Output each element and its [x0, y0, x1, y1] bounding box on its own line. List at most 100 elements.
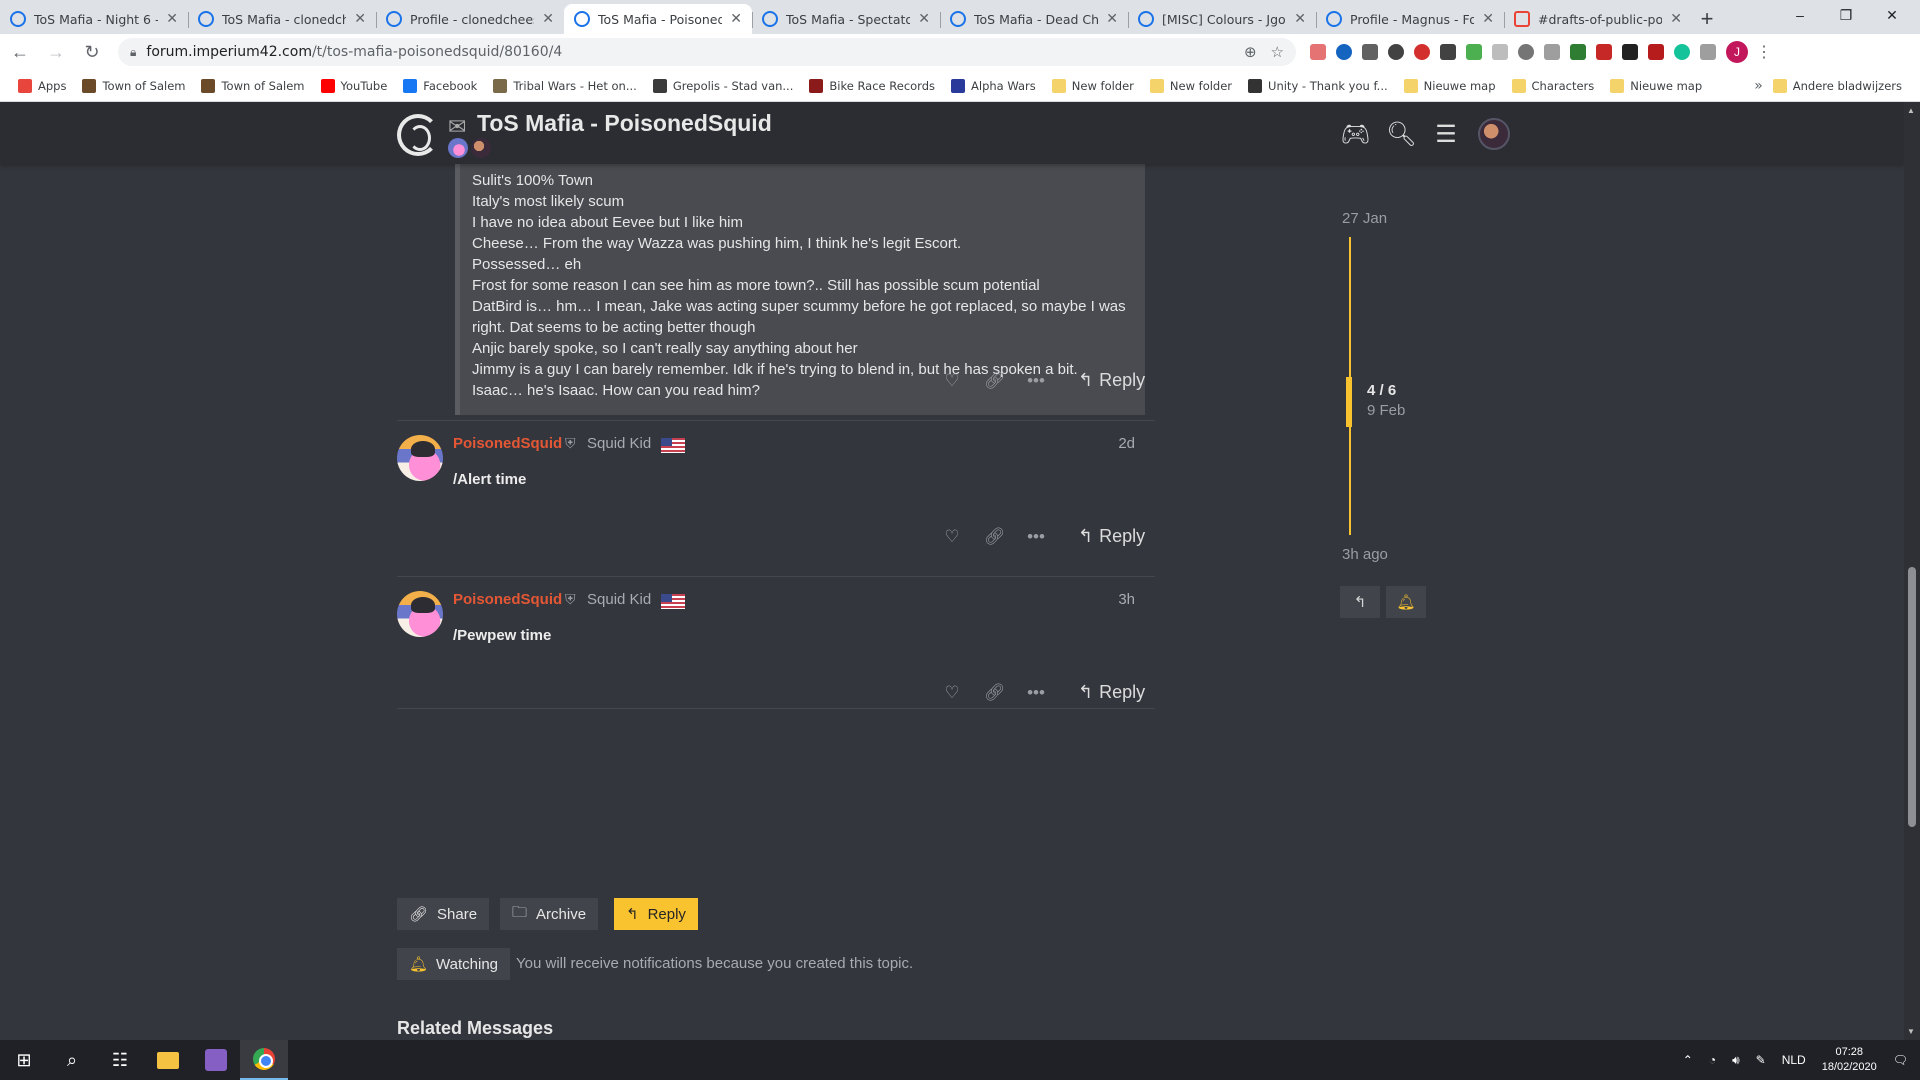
scroll-down-icon[interactable]: ▼	[1907, 1027, 1915, 1036]
post-date[interactable]: 3h	[1118, 591, 1135, 608]
reply-button[interactable]: ↰ Reply	[1078, 682, 1145, 703]
windows-start-icon[interactable]: ⊞	[0, 1040, 48, 1080]
task-view-icon[interactable]: ☷	[96, 1040, 144, 1080]
extension-icon[interactable]	[1310, 44, 1326, 60]
chevron-up-icon[interactable]: ⌃	[1683, 1053, 1693, 1067]
close-tab-icon[interactable]: ✕	[1670, 11, 1682, 27]
profile-avatar[interactable]: J	[1726, 41, 1748, 63]
browser-tab[interactable]: ToS Mafia - PoisonedSc ✕	[564, 4, 752, 34]
reply-button[interactable]: ↰ Reply	[1078, 370, 1145, 391]
file-explorer-icon[interactable]	[144, 1040, 192, 1080]
install-icon[interactable]: ⊕	[1244, 43, 1257, 61]
avatar[interactable]	[397, 591, 443, 637]
bookmark-item[interactable]: Unity - Thank you f...	[1242, 78, 1394, 93]
browser-menu-icon[interactable]: ⋮	[1756, 42, 1772, 62]
bookmark-star-icon[interactable]: ☆	[1271, 43, 1284, 61]
discord-icon[interactable]: 🎮︎	[1340, 120, 1370, 149]
participant-avatar[interactable]	[471, 138, 491, 158]
forward-icon[interactable]: →	[40, 36, 72, 68]
browser-tab[interactable]: #drafts-of-public-posts ✕	[1504, 4, 1692, 34]
link-icon[interactable]: 🔗︎	[984, 371, 1006, 391]
avatar[interactable]	[397, 435, 443, 481]
more-icon[interactable]: •••	[1026, 683, 1046, 703]
network-icon[interactable]: ◔	[1709, 1053, 1716, 1067]
pen-icon[interactable]: ✎	[1756, 1053, 1766, 1067]
bookmark-item[interactable]: Characters	[1506, 78, 1601, 93]
participant-avatar[interactable]	[448, 138, 468, 158]
close-tab-icon[interactable]: ✕	[542, 11, 554, 27]
bookmark-item[interactable]: New folder	[1144, 78, 1238, 93]
extension-icon[interactable]	[1674, 44, 1690, 60]
username[interactable]: PoisonedSquid	[453, 591, 562, 608]
minimize-button[interactable]: –	[1777, 0, 1823, 30]
extension-icon[interactable]	[1596, 44, 1612, 60]
like-icon[interactable]: ♡	[942, 683, 962, 703]
close-tab-icon[interactable]: ✕	[166, 11, 178, 27]
extension-icon[interactable]	[1336, 44, 1352, 60]
extension-icon[interactable]	[1544, 44, 1560, 60]
bookmark-item[interactable]: Facebook	[397, 78, 483, 93]
close-tab-icon[interactable]: ✕	[730, 11, 742, 27]
browser-tab[interactable]: Profile - Magnus - Foru ✕	[1316, 4, 1504, 34]
search-icon[interactable]: 🔍︎	[1386, 120, 1416, 149]
notification-level-button[interactable]: 🔔︎ Watching	[397, 948, 511, 980]
search-icon[interactable]: ⌕	[48, 1040, 96, 1080]
clock[interactable]: 07:28 18/02/2020	[1822, 1045, 1877, 1075]
browser-tab[interactable]: ToS Mafia - Spectator C ✕	[752, 4, 940, 34]
maximize-button[interactable]: ❐	[1823, 0, 1869, 30]
bookmark-item[interactable]: Nieuwe map	[1398, 78, 1502, 93]
more-icon[interactable]: •••	[1026, 371, 1046, 391]
share-button[interactable]: 🔗︎ Share	[397, 898, 490, 930]
close-tab-icon[interactable]: ✕	[1482, 11, 1494, 27]
extension-icon[interactable]	[1700, 44, 1716, 60]
bookmark-item[interactable]: Tribal Wars - Het on...	[487, 78, 643, 93]
close-tab-icon[interactable]: ✕	[354, 11, 366, 27]
like-icon[interactable]: ♡	[942, 371, 962, 391]
extension-icon[interactable]	[1622, 44, 1638, 60]
close-tab-icon[interactable]: ✕	[918, 11, 930, 27]
language-indicator[interactable]: NLD	[1782, 1053, 1806, 1067]
bookmarks-overflow-icon[interactable]: »	[1754, 78, 1763, 94]
bookmark-item[interactable]: Apps	[12, 78, 72, 93]
extension-icon[interactable]	[1518, 44, 1534, 60]
bookmark-item[interactable]: Grepolis - Stad van...	[647, 78, 800, 93]
extension-icon[interactable]	[1466, 44, 1482, 60]
username[interactable]: PoisonedSquid	[453, 435, 562, 452]
user-avatar[interactable]	[1478, 118, 1510, 150]
extension-icon[interactable]	[1648, 44, 1664, 60]
timeline-reply-button[interactable]: ↰	[1340, 586, 1380, 618]
timeline-notification-button[interactable]: 🔔︎	[1386, 586, 1426, 618]
topic-title[interactable]: ToS Mafia - PoisonedSquid	[477, 110, 772, 137]
close-tab-icon[interactable]: ✕	[1294, 11, 1306, 27]
scroll-up-icon[interactable]: ▲	[1907, 106, 1915, 115]
reload-icon[interactable]: ↻	[76, 36, 108, 68]
extension-icon[interactable]	[1570, 44, 1586, 60]
bookmark-item[interactable]: New folder	[1046, 78, 1140, 93]
bookmark-item[interactable]: Town of Salem	[76, 78, 191, 93]
browser-tab[interactable]: [MISC] Colours - Jgoes ✕	[1128, 4, 1316, 34]
extension-icon[interactable]	[1492, 44, 1508, 60]
extension-icon[interactable]	[1414, 44, 1430, 60]
extension-icon[interactable]	[1362, 44, 1378, 60]
close-tab-icon[interactable]: ✕	[1106, 11, 1118, 27]
volume-icon[interactable]: 🔊︎	[1732, 1053, 1740, 1068]
bookmark-item[interactable]: YouTube	[315, 78, 394, 93]
bookmark-item[interactable]: Alpha Wars	[945, 78, 1042, 93]
reply-button[interactable]: ↰ Reply	[1078, 526, 1145, 547]
bookmark-item[interactable]: Town of Salem	[195, 78, 310, 93]
site-logo[interactable]	[397, 114, 439, 156]
new-tab-button[interactable]: +	[1692, 4, 1722, 34]
other-bookmarks[interactable]: Andere bladwijzers	[1767, 78, 1908, 93]
link-icon[interactable]: 🔗︎	[984, 527, 1006, 547]
chrome-taskbar-icon[interactable]	[240, 1040, 288, 1080]
scrollbar-thumb[interactable]	[1908, 567, 1916, 827]
more-icon[interactable]: •••	[1026, 527, 1046, 547]
browser-tab[interactable]: ToS Mafia - Dead Chat ✕	[940, 4, 1128, 34]
back-icon[interactable]: ←	[4, 36, 36, 68]
hamburger-menu-icon[interactable]: ☰	[1432, 120, 1460, 149]
bookmark-item[interactable]: Bike Race Records	[803, 78, 941, 93]
notifications-icon[interactable]: 🗨︎	[1893, 1053, 1908, 1067]
address-bar[interactable]: 🔒︎ forum.imperium42.com/t/tos-mafia-pois…	[118, 38, 1296, 66]
bookmark-item[interactable]: Nieuwe map	[1604, 78, 1708, 93]
reply-topic-button[interactable]: ↰ Reply	[614, 898, 698, 930]
